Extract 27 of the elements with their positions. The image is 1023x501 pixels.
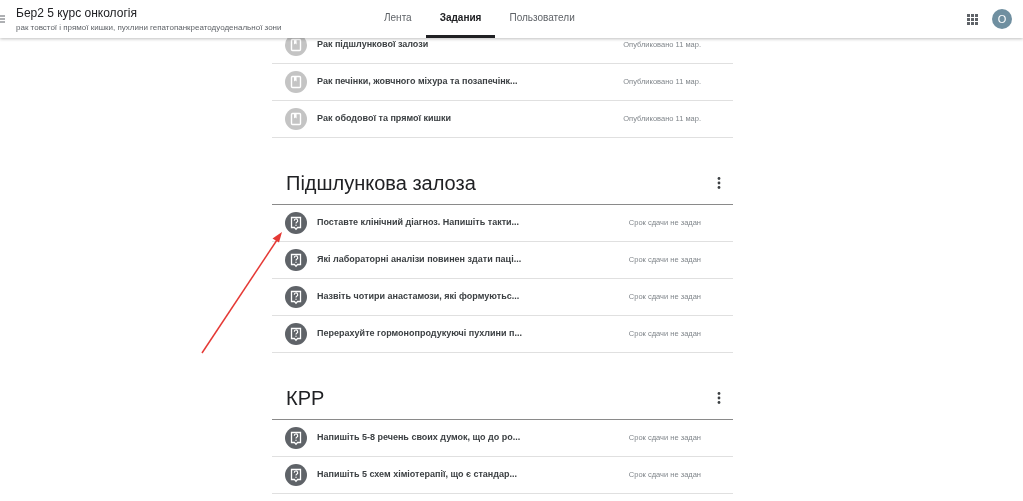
course-subtitle: рак товстої і прямої кишки, пухлини гепатопанкреатодуоденальної зони bbox=[16, 21, 283, 33]
assignment-title: Рак печінки, жовчного міхура та позапечінк... bbox=[317, 75, 518, 89]
assignment-title: Напишіть 5 схем хіміотерапії, що є стандар... bbox=[317, 468, 517, 482]
more-options-icon[interactable] bbox=[717, 177, 721, 189]
question-icon bbox=[285, 323, 307, 345]
assignment-title: Рак ободової та прямої кишки bbox=[317, 112, 452, 126]
tab[interactable]: Задания bbox=[425, 0, 496, 38]
question-icon bbox=[285, 464, 307, 486]
assignment-title: Поставте клінічний діагноз. Напишіть такти... bbox=[317, 216, 520, 230]
question-icon bbox=[285, 212, 307, 234]
question-icon bbox=[285, 427, 307, 449]
assignment-title: Напишіть 5-8 речень своих думок, що до ро... bbox=[317, 431, 521, 445]
apps-grid-icon[interactable] bbox=[967, 13, 978, 25]
tab[interactable]: Лента bbox=[370, 0, 426, 38]
section-title: Підшлункова залоза bbox=[286, 171, 476, 195]
more-options-icon[interactable] bbox=[717, 392, 721, 404]
question-icon bbox=[285, 249, 307, 271]
material-icon bbox=[285, 108, 307, 130]
section-title: КРР bbox=[286, 386, 325, 410]
material-icon bbox=[285, 71, 307, 93]
assignment-title: Які лабораторні аналізи повинен здати паці... bbox=[317, 253, 522, 267]
assignment-title: Назвіть чотири анастамози, які формуютьс... bbox=[317, 290, 520, 304]
question-icon bbox=[285, 286, 307, 308]
assignment-title: Перерахуйте гормонопродукуючі пухлини п... bbox=[317, 327, 522, 341]
tab[interactable]: Пользователи bbox=[495, 0, 589, 38]
course-title: Бер2 5 курс онкологія bbox=[16, 5, 138, 21]
assignment-title: Рак підшлункової залози bbox=[317, 38, 429, 52]
